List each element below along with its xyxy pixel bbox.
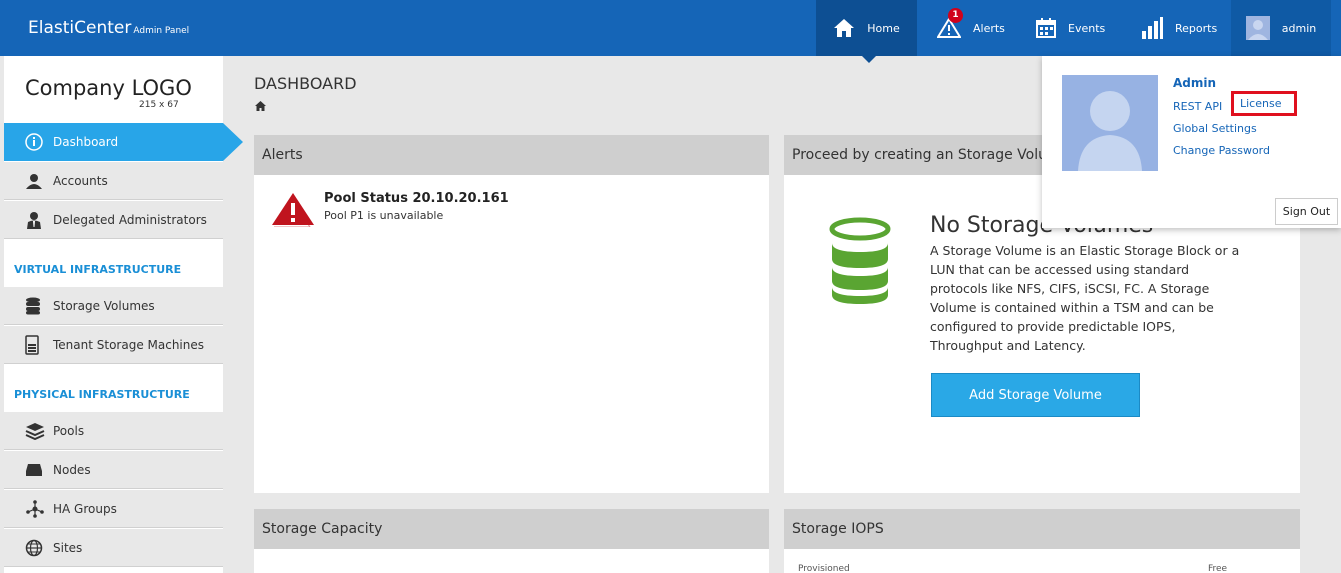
nav-reports-label: Reports [1175,21,1218,35]
nav-events-label: Events [1068,21,1106,35]
alert-warning-icon [272,193,314,227]
sidebar-item-label: Dashboard [53,135,119,149]
sidebar-item-pools[interactable]: Pools [4,412,223,450]
database-icon [25,297,47,315]
iops-free-label: Free [1208,564,1228,573]
sidebar-item-label: Accounts [53,173,108,188]
page-title: DASHBOARD [254,74,357,93]
calendar-icon [1036,18,1056,38]
sidebar-item-accounts[interactable]: Accounts [4,162,223,200]
license-link[interactable]: License [1231,91,1297,116]
nav-home[interactable]: Home [816,0,917,56]
brand-name: ElastiCenter [28,18,132,38]
database-icon [829,217,891,304]
sidebar-item-storage-volumes[interactable]: Storage Volumes [4,287,223,325]
sidebar: Company LOGO 215 x 67 Dashboard Accounts… [4,56,223,573]
storage-capacity-panel: Storage Capacity [254,509,769,573]
active-nav-caret [862,56,876,63]
nav-reports[interactable]: Reports [1141,0,1217,56]
global-settings-link[interactable]: Global Settings [1173,122,1257,135]
brand[interactable]: ElastiCenter Admin Panel [28,18,189,38]
section-physical-infrastructure: PHYSICAL INFRASTRUCTURE [14,388,190,401]
alerts-panel: Alerts Pool Status 20.10.20.161 Pool P1 … [254,135,769,493]
sidebar-item-label: Delegated Administrators [53,212,207,227]
sidebar-item-label: Sites [53,540,83,555]
machine-icon [25,334,47,355]
alerts-badge: 1 [948,8,963,23]
user-dropdown-menu: Admin REST API License Global Settings C… [1042,56,1341,228]
section-virtual-infrastructure: VIRTUAL INFRASTRUCTURE [14,263,182,276]
change-password-link[interactable]: Change Password [1173,144,1270,157]
empty-state-description: A Storage Volume is an Elastic Storage B… [930,243,1240,353]
top-bar: ElastiCenter Admin Panel Home Alerts Even… [0,0,1341,56]
sidebar-item-label: Tenant Storage Machines [53,337,205,352]
sidebar-item-ha-groups[interactable]: HA Groups [4,490,223,528]
rest-api-link[interactable]: REST API [1173,100,1222,113]
user-name: Admin [1173,76,1217,90]
sidebar-item-label: Storage Volumes [53,298,155,313]
bar-chart-icon [1142,17,1163,39]
sidebar-item-label: HA Groups [53,501,117,516]
sidebar-item-tenant-storage-machines[interactable]: Tenant Storage Machines [4,326,223,364]
logo-size: 215 x 67 [139,100,179,110]
sidebar-item-label: Nodes [53,462,91,477]
sidebar-item-dashboard[interactable]: Dashboard [4,123,223,161]
breadcrumb-home-icon[interactable] [255,96,266,115]
nav-user-menu[interactable]: admin [1231,0,1331,56]
sidebar-item-sites[interactable]: Sites [4,529,223,567]
info-icon [25,133,47,151]
layers-icon [25,422,47,440]
sidebar-item-label: Pools [53,423,85,438]
node-icon [25,461,47,479]
sidebar-item-nodes[interactable]: Nodes [4,451,223,489]
home-icon [834,19,855,37]
company-logo: Company LOGO [25,76,192,100]
storage-iops-panel: Storage IOPS Provisioned Free [784,509,1300,573]
nav-events[interactable]: Events [1036,0,1105,56]
nav-alerts[interactable]: Alerts [937,0,1005,56]
user-icon [25,172,47,190]
alert-item[interactable]: Pool Status 20.10.20.161 Pool P1 is unav… [270,191,509,227]
brand-sub: Admin Panel [133,26,190,36]
alert-subtitle: Pool P1 is unavailable [324,209,444,222]
storage-capacity-title: Storage Capacity [254,509,769,549]
alert-title: Pool Status 20.10.20.161 [324,191,509,206]
active-item-arrow [223,123,243,161]
sidebar-item-delegated-administrators[interactable]: Delegated Administrators [4,201,223,239]
alerts-panel-title: Alerts [254,135,769,175]
admin-user-icon [25,211,47,229]
storage-iops-title: Storage IOPS [784,509,1300,549]
nav-user-label: admin [1281,21,1317,35]
sign-out-button[interactable]: Sign Out [1275,198,1338,225]
network-icon [25,499,47,518]
add-storage-volume-button[interactable]: Add Storage Volume [931,373,1140,417]
globe-icon [25,539,47,557]
iops-provisioned-label: Provisioned [798,564,850,573]
user-avatar-icon [1245,16,1270,40]
nav-home-label: Home [867,21,900,35]
user-avatar-icon [1062,75,1158,171]
nav-alerts-label: Alerts [973,21,1005,35]
